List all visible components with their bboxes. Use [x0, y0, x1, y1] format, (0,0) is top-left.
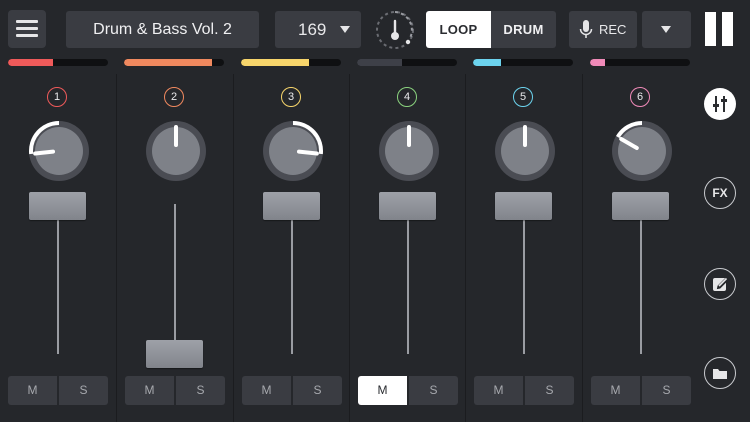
level-meter-3	[241, 59, 341, 66]
channel-number[interactable]: 3	[281, 87, 301, 107]
mute-button[interactable]: M	[358, 376, 407, 405]
channel-number[interactable]: 4	[397, 87, 417, 107]
chevron-down-icon	[340, 26, 350, 33]
mute-button[interactable]: M	[591, 376, 640, 405]
volume-fader[interactable]	[29, 192, 86, 220]
mute-solo-group: MS	[125, 376, 225, 405]
channel-number[interactable]: 1	[47, 87, 67, 107]
metronome-icon	[376, 11, 414, 49]
menu-button[interactable]	[8, 10, 46, 48]
fader-track[interactable]	[640, 206, 642, 354]
level-meter-fill	[241, 59, 309, 66]
pause-button[interactable]	[704, 12, 734, 46]
chevron-down-icon	[661, 26, 671, 33]
fader-track[interactable]	[174, 204, 176, 354]
level-meter-4	[357, 59, 457, 66]
mute-button[interactable]: M	[474, 376, 523, 405]
mute-button[interactable]: M	[8, 376, 57, 405]
gain-knob[interactable]	[144, 119, 208, 183]
folder-icon	[713, 369, 727, 379]
rec-options-dropdown[interactable]	[642, 11, 691, 48]
level-meter-5	[473, 59, 573, 66]
rec-label: REC	[599, 22, 627, 37]
tab-drum[interactable]: DRUM	[491, 11, 556, 48]
solo-button[interactable]: S	[409, 376, 458, 405]
fx-icon: FX	[712, 186, 728, 200]
edit-icon	[713, 277, 729, 291]
bpm-value: 169	[298, 20, 327, 39]
menu-icon	[16, 20, 38, 23]
gain-knob[interactable]	[610, 119, 674, 183]
mute-button[interactable]: M	[125, 376, 174, 405]
metronome-button[interactable]	[374, 9, 416, 51]
rec-button[interactable]: REC	[569, 11, 637, 48]
channel-number[interactable]: 6	[630, 87, 650, 107]
volume-fader[interactable]	[146, 340, 203, 368]
mixer-sliders-icon	[713, 96, 727, 112]
mute-button[interactable]: M	[242, 376, 291, 405]
level-meter-fill	[124, 59, 212, 66]
folder-button[interactable]	[704, 357, 736, 389]
mute-solo-group: MS	[8, 376, 108, 405]
volume-fader[interactable]	[379, 192, 436, 220]
channel-strip-6: 6 MS	[582, 74, 699, 422]
level-meter-fill	[473, 59, 501, 66]
mute-solo-group: MS	[242, 376, 342, 405]
solo-button[interactable]: S	[642, 376, 691, 405]
channel-strip-5: 5 MS	[465, 74, 582, 422]
level-meter-1	[8, 59, 108, 66]
volume-fader[interactable]	[612, 192, 669, 220]
channel-strip-1: 1 MS	[0, 74, 116, 422]
bpm-selector[interactable]: 169	[275, 11, 361, 48]
edit-button[interactable]	[704, 268, 736, 300]
gain-knob[interactable]	[377, 119, 441, 183]
solo-button[interactable]: S	[176, 376, 225, 405]
channel-number[interactable]: 2	[164, 87, 184, 107]
level-meter-fill	[357, 59, 402, 66]
solo-button[interactable]: S	[59, 376, 108, 405]
channel-strip-3: 3 MS	[233, 74, 350, 422]
fader-track[interactable]	[291, 206, 293, 354]
level-meter-6	[590, 59, 690, 66]
mute-solo-group: MS	[591, 376, 691, 405]
fader-track[interactable]	[407, 206, 409, 354]
gain-knob[interactable]	[493, 119, 557, 183]
channel-strip-4: 4 MS	[349, 74, 466, 422]
gain-knob[interactable]	[27, 119, 91, 183]
channel-strip-2: 2 MS	[116, 74, 233, 422]
solo-button[interactable]: S	[525, 376, 574, 405]
mic-icon	[579, 20, 593, 38]
pause-icon	[705, 12, 716, 46]
level-meter-fill	[590, 59, 605, 66]
tab-loop[interactable]: LOOP	[426, 11, 491, 48]
fx-button[interactable]: FX	[704, 177, 736, 209]
solo-button[interactable]: S	[293, 376, 342, 405]
channel-number[interactable]: 5	[513, 87, 533, 107]
gain-knob[interactable]	[261, 119, 325, 183]
fader-track[interactable]	[57, 206, 59, 354]
mute-solo-group: MS	[358, 376, 458, 405]
level-meter-2	[124, 59, 224, 66]
mixer-button[interactable]	[704, 88, 736, 120]
project-title[interactable]: Drum & Bass Vol. 2	[66, 11, 259, 48]
fader-track[interactable]	[523, 206, 525, 354]
volume-fader[interactable]	[495, 192, 552, 220]
top-bar: Drum & Bass Vol. 2 169 LOOP DRUM REC	[0, 0, 750, 60]
level-meter-fill	[8, 59, 53, 66]
mute-solo-group: MS	[474, 376, 574, 405]
volume-fader[interactable]	[263, 192, 320, 220]
